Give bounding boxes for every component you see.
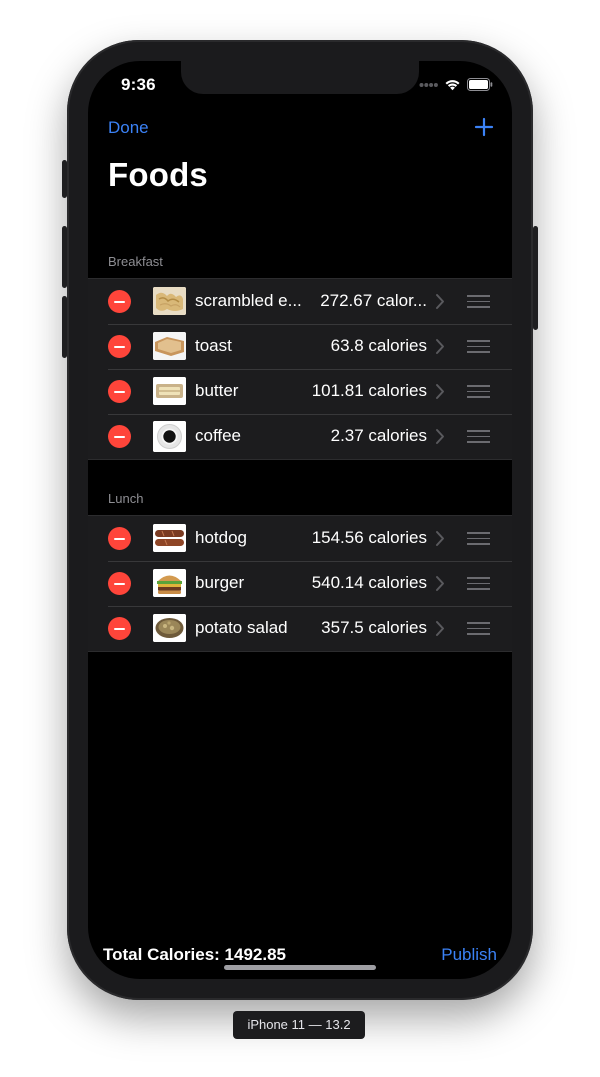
food-name: potato salad [195, 618, 288, 637]
butter-thumbnail [153, 377, 186, 405]
status-icons [419, 78, 493, 91]
delete-minus-icon[interactable] [108, 380, 131, 403]
reorder-handle-icon[interactable] [467, 577, 490, 590]
chevron-right-icon[interactable] [435, 530, 445, 547]
food-row[interactable]: toast 63.8 calories [88, 324, 512, 369]
screen: 9:36 Done Foods Breakfast scrambled e...… [88, 61, 512, 979]
volume-down-button [62, 296, 67, 358]
food-row[interactable]: potato salad 357.5 calories [88, 606, 512, 651]
delete-minus-icon[interactable] [108, 527, 131, 550]
add-food-plus-icon[interactable] [474, 117, 494, 137]
delete-minus-icon[interactable] [108, 335, 131, 358]
chevron-right-icon[interactable] [435, 428, 445, 445]
page-title: Foods [108, 156, 208, 193]
food-calories: 272.67 calor... [320, 291, 427, 310]
reorder-handle-icon[interactable] [467, 532, 490, 545]
food-name: toast [195, 336, 232, 355]
food-row[interactable]: hotdog 154.56 calories [88, 516, 512, 561]
food-calories: 63.8 calories [330, 336, 427, 355]
total-calories-label: Total Calories: 1492.85 [103, 945, 286, 964]
chevron-right-icon[interactable] [435, 575, 445, 592]
food-row[interactable]: butter 101.81 calories [88, 369, 512, 414]
reorder-handle-icon[interactable] [467, 385, 490, 398]
food-name: coffee [195, 426, 242, 445]
cellular-signal-icon [419, 82, 438, 87]
delete-minus-icon[interactable] [108, 572, 131, 595]
food-row[interactable]: coffee 2.37 calories [88, 414, 512, 459]
food-row[interactable]: scrambled e... 272.67 calor... [88, 279, 512, 324]
section-header-breakfast: Breakfast [108, 254, 163, 269]
toast-thumbnail [153, 332, 186, 360]
food-name: butter [195, 381, 239, 400]
scrambled-eggs-thumbnail [153, 287, 186, 315]
notch [181, 61, 419, 94]
done-button[interactable]: Done [108, 118, 149, 138]
delete-minus-icon[interactable] [108, 425, 131, 448]
chevron-right-icon[interactable] [435, 338, 445, 355]
delete-minus-icon[interactable] [108, 290, 131, 313]
food-calories: 357.5 calories [321, 618, 427, 637]
reorder-handle-icon[interactable] [467, 430, 490, 443]
food-row[interactable]: burger 540.14 calories [88, 561, 512, 606]
coffee-thumbnail [153, 421, 186, 452]
home-indicator[interactable] [224, 965, 376, 970]
delete-minus-icon[interactable] [108, 617, 131, 640]
device-frame: 9:36 Done Foods Breakfast scrambled e...… [62, 40, 538, 1000]
hotdog-thumbnail [153, 524, 186, 552]
volume-up-button [62, 226, 67, 288]
publish-button[interactable]: Publish [441, 945, 497, 965]
wifi-icon [445, 80, 460, 91]
chevron-right-icon[interactable] [435, 620, 445, 637]
section-breakfast: scrambled e... 272.67 calor... toast 63.… [88, 278, 512, 460]
chevron-right-icon[interactable] [435, 383, 445, 400]
simulator-device-label: iPhone 11 — 13.2 [233, 1011, 365, 1039]
food-name: scrambled e... [195, 291, 302, 310]
section-lunch: hotdog 154.56 calories burger 540.14 cal… [88, 515, 512, 652]
battery-icon [467, 78, 493, 91]
chevron-right-icon[interactable] [435, 293, 445, 310]
power-button [533, 226, 538, 330]
status-time: 9:36 [121, 75, 156, 94]
silent-switch [62, 160, 67, 198]
section-header-lunch: Lunch [108, 491, 144, 506]
reorder-handle-icon[interactable] [467, 622, 490, 635]
food-calories: 540.14 calories [311, 573, 427, 592]
food-name: hotdog [195, 528, 247, 547]
food-calories: 2.37 calories [330, 426, 427, 445]
burger-thumbnail [153, 569, 186, 597]
food-calories: 101.81 calories [311, 381, 427, 400]
reorder-handle-icon[interactable] [467, 340, 490, 353]
reorder-handle-icon[interactable] [467, 295, 490, 308]
food-calories: 154.56 calories [311, 528, 427, 547]
potato-salad-thumbnail [153, 614, 186, 642]
food-name: burger [195, 573, 245, 592]
